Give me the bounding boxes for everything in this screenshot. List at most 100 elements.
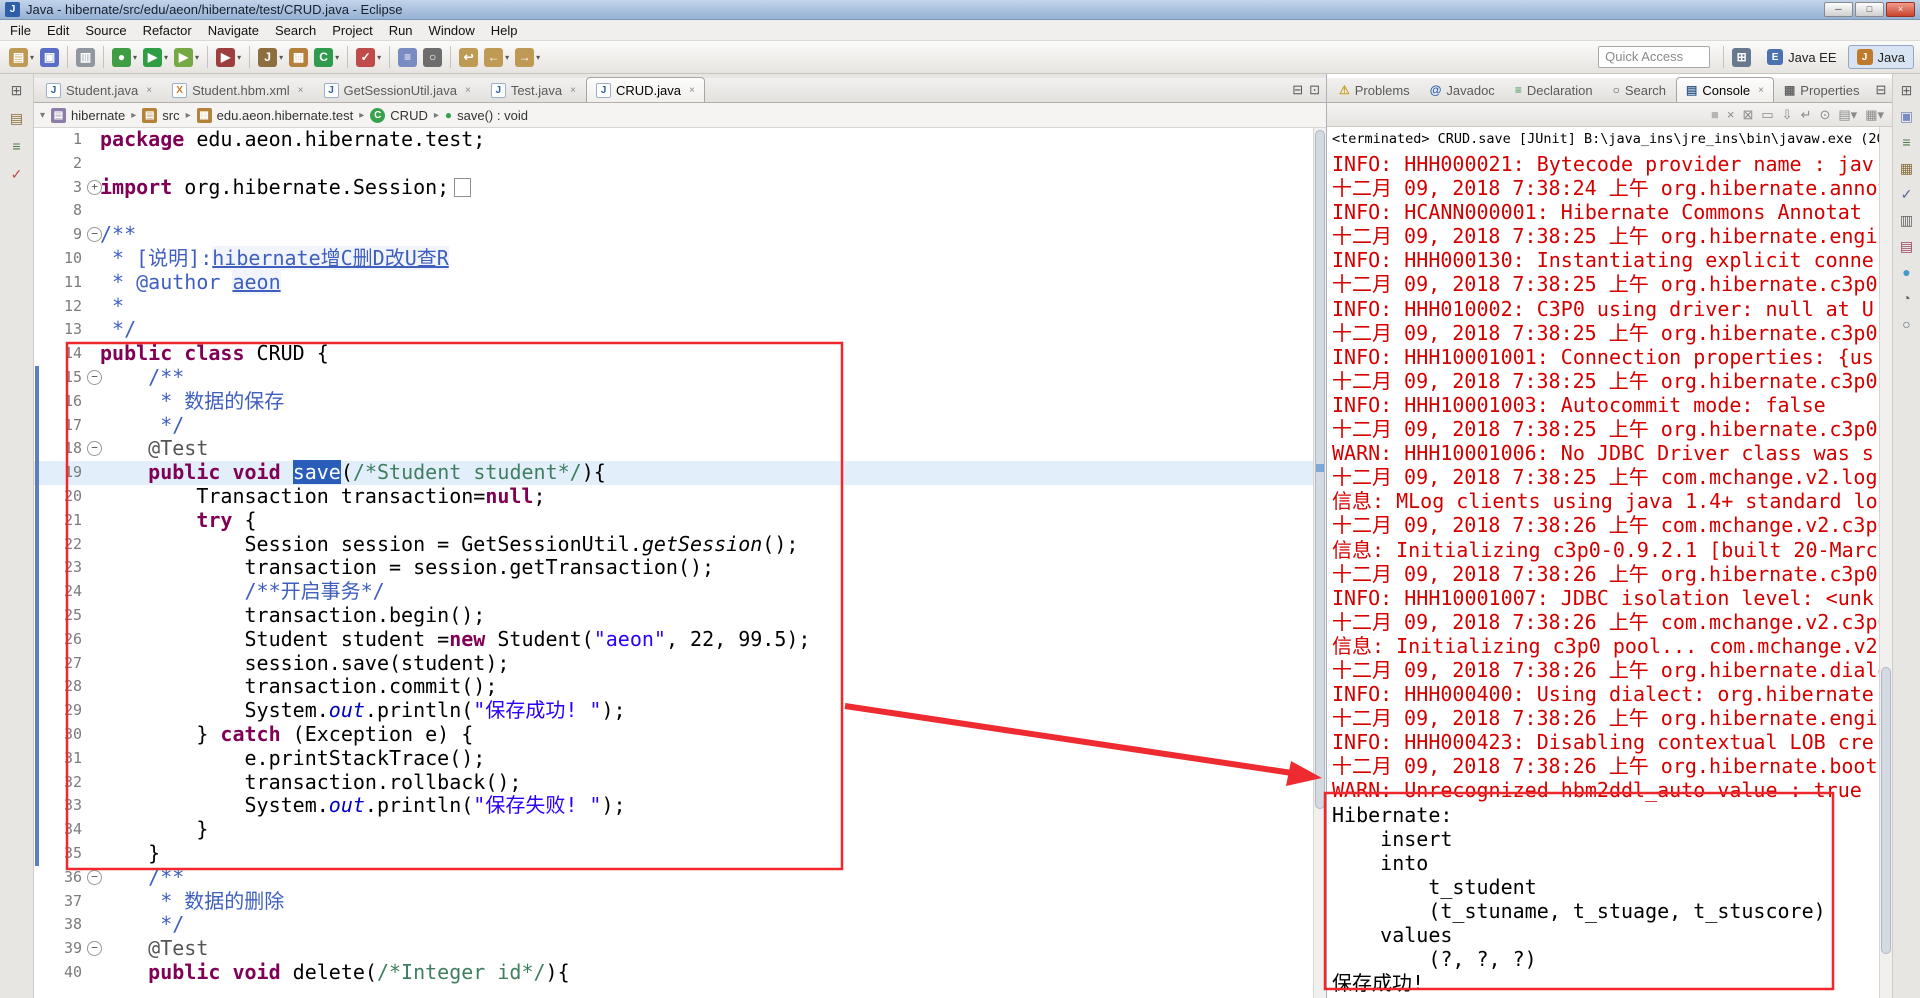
tab-crud-java[interactable]: J CRUD.java × (585, 77, 705, 102)
code-text[interactable]: } (34, 841, 1313, 866)
search-view-shortcut-icon[interactable]: ○ (1902, 316, 1910, 332)
code-text[interactable]: * [说明]:hibernate增C删D改U查R (34, 245, 1313, 271)
breadcrumb-edu-aeon-hibernate-test[interactable]: ▦ edu.aeon.hibernate.test (196, 107, 353, 123)
debug-icon[interactable]: ● ▾ (110, 46, 139, 69)
code-text[interactable]: */ (34, 317, 1313, 342)
remove-all-launches-icon[interactable]: ⊠ (1742, 107, 1753, 122)
code-text[interactable]: public void save(/*Student student*/){ (34, 460, 1313, 485)
menu-file[interactable]: File (2, 21, 39, 40)
tab-student-java[interactable]: J Student.java × (36, 77, 162, 102)
code-text[interactable]: Session session = GetSessionUtil.getSess… (34, 532, 1313, 557)
console-scrollbar[interactable] (1879, 127, 1892, 998)
breadcrumb-hibernate[interactable]: ▤ hibernate (51, 107, 125, 123)
pin-console-icon[interactable]: ⊙ (1819, 107, 1830, 122)
code-text[interactable]: } (34, 817, 1313, 842)
menu-run[interactable]: Run (381, 21, 421, 40)
junit-view-icon[interactable]: ✓ (11, 166, 23, 182)
restore-left-views-icon[interactable]: ⊞ (11, 82, 23, 98)
code-text[interactable]: System.out.println("保存失败! "); (34, 793, 1313, 818)
code-text[interactable]: @Test (34, 936, 1313, 961)
word-wrap-icon[interactable]: ↵ (1801, 107, 1812, 122)
code-text[interactable]: try { (34, 508, 1313, 533)
code-text[interactable]: * 数据的保存 (34, 389, 1313, 414)
restore-right-views-icon[interactable]: ⊞ (1901, 82, 1913, 98)
editor-scrollbar[interactable] (1313, 128, 1326, 998)
tab-student-hbm-xml[interactable]: X Student.hbm.xml × (162, 77, 313, 102)
code-text[interactable]: */ (34, 912, 1313, 937)
new-package-icon[interactable]: ▦ (287, 46, 310, 69)
minimize-view-icon[interactable]: ⊟ (1876, 82, 1887, 98)
display-selected-console-icon[interactable]: ▤▾ (1838, 107, 1857, 122)
code-text[interactable]: transaction.commit(); (34, 674, 1313, 699)
close-tab-icon[interactable]: × (146, 85, 152, 96)
close-tab-icon[interactable]: × (465, 85, 471, 96)
tab-javadoc[interactable]: @ Javadoc (1420, 77, 1505, 102)
fold-collapse-icon[interactable]: − (87, 941, 102, 957)
minimize-window-button[interactable]: ─ (1824, 2, 1853, 17)
run-icon[interactable]: ▶ ▾ (141, 46, 170, 69)
fold-collapse-icon[interactable]: − (87, 869, 102, 885)
new-java-project-icon[interactable]: J ▾ (256, 46, 285, 69)
editor[interactable]: 1 package edu.aeon.hibernate.test; 2 3 + impo… (34, 128, 1326, 998)
open-perspective-icon[interactable]: ⊞ (1730, 46, 1753, 69)
quick-access-input[interactable]: Quick Access (1598, 46, 1711, 68)
fold-expand-icon[interactable]: + (87, 179, 102, 195)
new-wizard-icon[interactable]: ▤ ▾ (7, 46, 36, 69)
type-hierarchy-icon[interactable]: ≡ (12, 138, 20, 154)
tab-getsessionutil-java[interactable]: J GetSessionUtil.java × (314, 77, 481, 102)
code-text[interactable]: * @author aeon (34, 269, 1313, 295)
close-tab-icon[interactable]: × (570, 85, 576, 96)
tab-declaration[interactable]: ≡ Declaration (1505, 77, 1603, 102)
ant-view-icon[interactable]: ▦ (1900, 160, 1913, 176)
code-text[interactable]: e.printStackTrace(); (34, 746, 1313, 771)
menu-edit[interactable]: Edit (39, 21, 77, 40)
menu-search[interactable]: Search (267, 21, 324, 40)
scroll-lock-icon[interactable]: ⇩ (1782, 107, 1793, 122)
code-text[interactable]: transaction = session.getTransaction(); (34, 555, 1313, 580)
junit-icon[interactable]: ✓ ▾ (354, 46, 383, 69)
close-tab-icon[interactable]: × (1758, 85, 1764, 96)
menu-source[interactable]: Source (77, 21, 134, 40)
code-text[interactable]: public class CRUD { (34, 341, 1313, 366)
menu-window[interactable]: Window (421, 21, 483, 40)
task-icon[interactable]: ≡ (396, 46, 419, 69)
data-source-view-icon[interactable]: ▤ (1900, 238, 1913, 254)
last-edit-location-icon[interactable]: ↩ (457, 46, 480, 69)
breadcrumb-toggle-icon[interactable]: ▾ (40, 110, 45, 121)
console-body[interactable]: <terminated> CRUD.save [JUnit] B:\java_i… (1327, 127, 1879, 998)
code-text[interactable]: */ (34, 413, 1313, 438)
menu-refactor[interactable]: Refactor (135, 21, 200, 40)
search-icon[interactable]: ○ (421, 46, 444, 69)
code-text[interactable]: * 数据的删除 (34, 889, 1313, 914)
code-text[interactable]: session.save(student); (34, 651, 1313, 676)
open-console-icon[interactable]: ▦▾ (1865, 107, 1884, 122)
close-window-button[interactable]: × (1886, 2, 1915, 17)
code-text[interactable]: transaction.begin(); (34, 603, 1313, 628)
terminate-icon[interactable]: ■ (1711, 107, 1719, 122)
code-text[interactable]: Transaction transaction=null; (34, 484, 1313, 509)
menu-navigate[interactable]: Navigate (200, 21, 267, 40)
tab-test-java[interactable]: J Test.java × (481, 77, 586, 102)
outline-view-icon[interactable]: ≡ (1902, 134, 1910, 150)
menu-help[interactable]: Help (483, 21, 526, 40)
back-icon[interactable]: ← ▾ (482, 46, 511, 69)
close-tab-icon[interactable]: × (298, 85, 304, 96)
minimize-editor-area-icon[interactable]: ⊟ (1292, 82, 1303, 98)
menu-project[interactable]: Project (324, 21, 380, 40)
collapsed-region-icon[interactable] (454, 177, 472, 197)
console-scrollbar-thumb[interactable] (1881, 667, 1891, 955)
code-text[interactable]: package edu.aeon.hibernate.test; (34, 128, 1313, 152)
new-class-icon[interactable]: C ▾ (312, 46, 341, 69)
code-text[interactable]: /** (34, 222, 1313, 247)
coverage-icon[interactable]: ▶ ▾ (214, 46, 243, 69)
code-text[interactable]: /** (34, 365, 1313, 390)
save-icon[interactable]: ▣ (38, 46, 61, 69)
code-text[interactable]: import org.hibernate.Session; (34, 175, 1313, 200)
code-text[interactable]: /** (34, 865, 1313, 890)
code-text[interactable]: * (34, 294, 1313, 319)
snippets-view-icon[interactable]: ▣ (1900, 108, 1913, 124)
remove-launch-icon[interactable]: × (1727, 107, 1735, 122)
tab-properties[interactable]: ▦ Properties (1774, 77, 1870, 102)
tab-search[interactable]: ○ Search (1603, 77, 1676, 102)
code-text[interactable]: public void delete(/*Integer id*/){ (34, 960, 1313, 985)
